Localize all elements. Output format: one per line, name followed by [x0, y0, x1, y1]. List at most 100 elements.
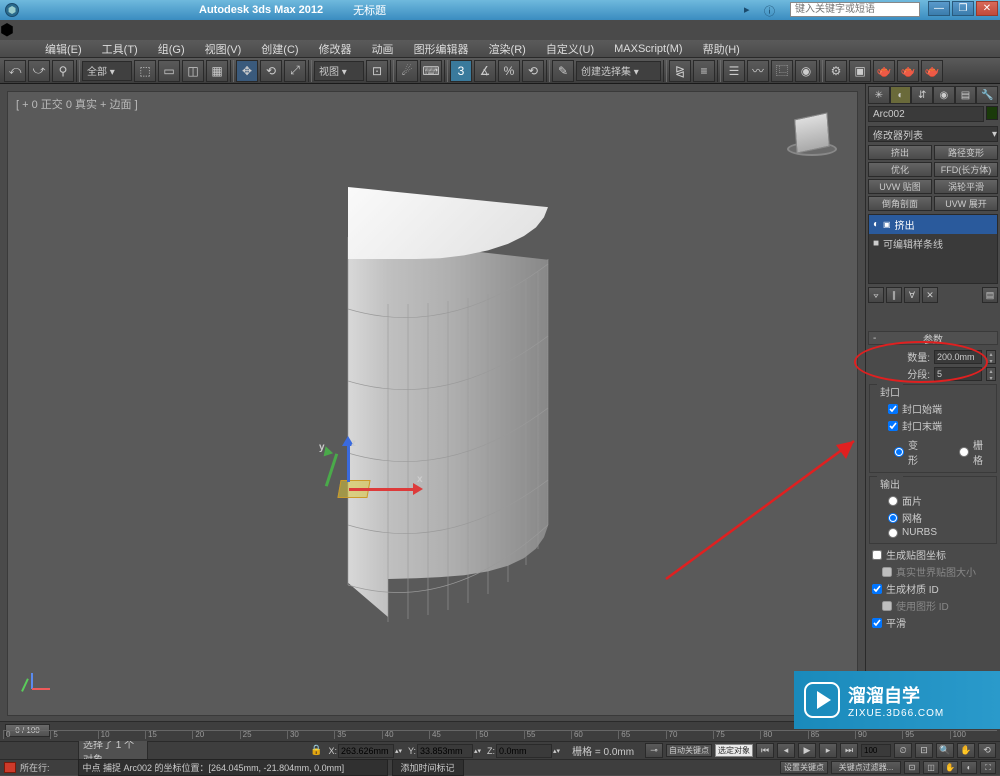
move-button[interactable]: ✥ — [236, 60, 258, 82]
snap-toggle-button[interactable]: 3 — [450, 60, 472, 82]
zoom-button[interactable]: 🔍 — [936, 743, 954, 758]
auto-key-button[interactable]: 自动关键点 — [666, 744, 712, 757]
restore-button[interactable]: ❐ — [952, 1, 974, 16]
amount-spinner[interactable]: ▴▾ — [986, 350, 996, 364]
mesh-radio[interactable] — [888, 513, 898, 523]
rotate-button[interactable]: ⟲ — [260, 60, 282, 82]
angle-snap-button[interactable]: ∡ — [474, 60, 496, 82]
zoom-extents-button[interactable]: ⊡ — [915, 743, 933, 758]
pivot-button[interactable]: ⊡ — [366, 60, 388, 82]
cap-start-checkbox[interactable] — [888, 404, 898, 414]
tab-utilities[interactable]: 🔧 — [976, 86, 998, 104]
params-rollout-header[interactable]: -参数 — [868, 331, 998, 345]
quick-render-button[interactable]: 🫖 — [897, 60, 919, 82]
select-button[interactable]: ⬚ — [134, 60, 156, 82]
menu-maxscript[interactable]: MAXScript(M) — [604, 41, 692, 57]
mod-btn-bevelprofile[interactable]: 倒角剖面 — [868, 196, 932, 211]
tab-modify[interactable]: ◐ — [890, 86, 912, 104]
mod-btn-unwrap[interactable]: UVW 展开 — [934, 196, 998, 211]
selection-set-display[interactable]: 选定对象 — [715, 744, 753, 757]
menu-animation[interactable]: 动画 — [362, 39, 404, 59]
grid-radio[interactable] — [959, 447, 969, 457]
mirror-button[interactable]: ⧎ — [669, 60, 691, 82]
layer-button[interactable]: ☰ — [723, 60, 745, 82]
window-crossing-button[interactable]: ▦ — [206, 60, 228, 82]
keyboard-shortcut-button[interactable]: ⌨ — [420, 60, 442, 82]
percent-snap-button[interactable]: % — [498, 60, 520, 82]
viewcube[interactable] — [787, 112, 837, 162]
menu-views[interactable]: 视图(V) — [195, 39, 252, 59]
redo-button[interactable]: ⤻ — [28, 60, 50, 82]
x-coord-input[interactable] — [338, 744, 394, 758]
expand-icon[interactable]: ▣ — [883, 220, 891, 229]
menu-modifiers[interactable]: 修改器 — [309, 39, 362, 59]
play-button[interactable]: ▶ — [798, 743, 816, 758]
smooth-checkbox[interactable] — [872, 618, 882, 628]
lock-icon[interactable]: 🔒 — [310, 745, 322, 756]
configure-sets-button[interactable]: ▤ — [982, 287, 998, 303]
prev-frame-button[interactable]: ◂ — [777, 743, 795, 758]
curve-editor-button[interactable]: 〰 — [747, 60, 769, 82]
gen-mapping-checkbox[interactable] — [872, 550, 882, 560]
stack-item-editable-spline[interactable]: ■ 可编辑样条线 — [869, 234, 997, 253]
gen-matid-checkbox[interactable] — [872, 584, 882, 594]
pan-button[interactable]: ✋ — [957, 743, 975, 758]
nurbs-radio[interactable] — [888, 528, 898, 538]
object-name-input[interactable] — [868, 106, 984, 122]
menu-help[interactable]: 帮助(H) — [693, 39, 750, 59]
info-icon[interactable]: ⓘ — [764, 3, 778, 17]
extruded-arc-object[interactable] — [338, 187, 558, 622]
named-sel-button[interactable]: ✎ — [552, 60, 574, 82]
segments-spinner[interactable]: ▴▾ — [986, 367, 996, 381]
make-unique-button[interactable]: ∀ — [904, 287, 920, 303]
time-config-button[interactable]: ⏲ — [894, 743, 912, 758]
segments-input[interactable] — [934, 367, 982, 381]
show-end-result-button[interactable]: ∥ — [886, 287, 902, 303]
nav-zoom-button[interactable]: ⊡ — [904, 761, 920, 774]
orbit-button[interactable]: ⟲ — [978, 743, 996, 758]
render-frame-button[interactable]: ▣ — [849, 60, 871, 82]
select-region-button[interactable]: ◫ — [182, 60, 204, 82]
time-ruler[interactable]: 0510152025303540455055606570758085909510… — [3, 730, 997, 740]
link-button[interactable]: ⚲ — [52, 60, 74, 82]
mod-btn-extrude[interactable]: 挤出 — [868, 145, 932, 160]
select-manipulate-button[interactable]: ☄ — [396, 60, 418, 82]
render-last-button[interactable]: 🫖 — [921, 60, 943, 82]
mod-btn-turbosmooth[interactable]: 涡轮平滑 — [934, 179, 998, 194]
menu-edit[interactable]: 编辑(E) — [35, 39, 92, 59]
morph-radio[interactable] — [894, 447, 904, 457]
named-sel-dropdown[interactable]: 创建选择集 ▾ — [576, 61, 661, 81]
transform-gizmo[interactable]: z y x — [321, 442, 421, 542]
key-mode-button[interactable]: ⊸ — [645, 743, 663, 758]
add-time-tag-button[interactable]: 添加时间标记 — [392, 759, 464, 776]
pin-stack-button[interactable]: ⟇ — [868, 287, 884, 303]
cap-end-checkbox[interactable] — [888, 421, 898, 431]
menu-create[interactable]: 创建(C) — [251, 39, 308, 59]
close-button[interactable]: ✕ — [976, 1, 998, 16]
app-logo[interactable]: ⬢ — [0, 22, 14, 39]
coord-sys-dropdown[interactable]: 视图 ▾ — [314, 61, 364, 81]
viewport[interactable]: [ + 0 正交 0 真实 + 边面 ] — [7, 91, 858, 716]
current-frame-input[interactable] — [861, 744, 891, 757]
remove-modifier-button[interactable]: ✕ — [922, 287, 938, 303]
material-editor-button[interactable]: ◉ — [795, 60, 817, 82]
object-color-swatch[interactable] — [986, 106, 998, 120]
undo-button[interactable]: ⤺ — [4, 60, 26, 82]
nav-fov-button[interactable]: ◫ — [923, 761, 939, 774]
schematic-button[interactable]: ⿺ — [771, 60, 793, 82]
tab-display[interactable]: ▤ — [955, 86, 977, 104]
menu-graph-editors[interactable]: 图形编辑器 — [404, 39, 479, 59]
set-key-button[interactable]: 设置关键点 — [780, 761, 828, 774]
scale-button[interactable]: ⤢ — [284, 60, 306, 82]
menu-customize[interactable]: 自定义(U) — [536, 39, 604, 59]
z-coord-input[interactable] — [496, 744, 552, 758]
patch-radio[interactable] — [888, 496, 898, 506]
menu-rendering[interactable]: 渲染(R) — [479, 39, 536, 59]
arrow-icon[interactable]: ▸ — [744, 3, 758, 17]
menu-tools[interactable]: 工具(T) — [92, 39, 148, 59]
mod-btn-optimize[interactable]: 优化 — [868, 162, 932, 177]
tab-create[interactable]: ✳ — [868, 86, 890, 104]
render-button[interactable]: 🫖 — [873, 60, 895, 82]
viewport-label[interactable]: [ + 0 正交 0 真实 + 边面 ] — [16, 96, 138, 112]
search-input[interactable] — [790, 2, 920, 17]
